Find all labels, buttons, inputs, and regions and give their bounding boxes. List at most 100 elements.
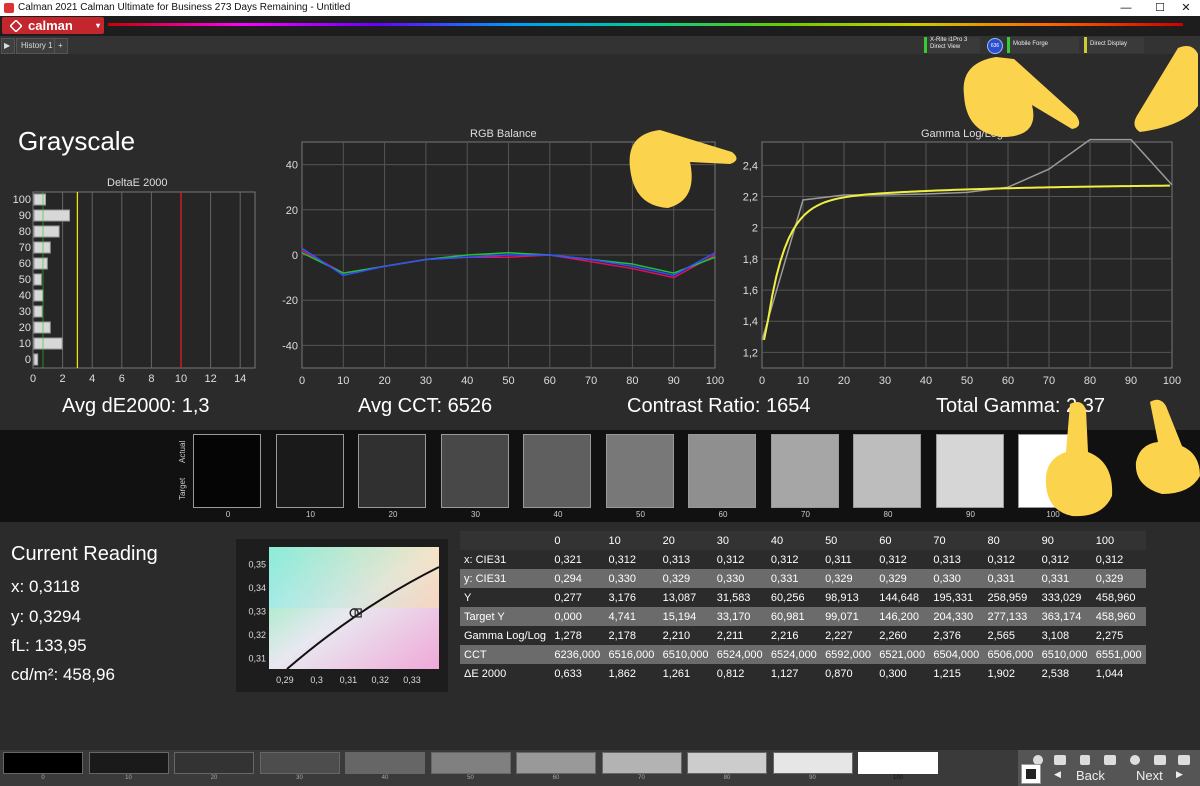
table-cell: 0,329 — [821, 569, 876, 588]
patch-selector-swatch[interactable] — [858, 752, 938, 774]
deltae-bar — [33, 241, 51, 254]
table-row: Gamma Log/Log 1,278 2,178 2,210 2,211 2,216 2,… — [460, 626, 1146, 645]
grayscale-swatch[interactable] — [358, 434, 426, 508]
reading-y: y: 0,3294 — [11, 607, 81, 626]
table-row-label: CCT — [460, 645, 551, 664]
rgb-x-tick: 10 — [337, 375, 349, 387]
patch-selector-label: 20 — [210, 775, 218, 781]
play-icon[interactable]: ▶ — [1, 38, 15, 54]
grayscale-swatch[interactable] — [770, 434, 839, 508]
toolbar-icon-4[interactable] — [1104, 755, 1116, 765]
toolbar-icon-7[interactable] — [1178, 755, 1190, 765]
patch-selector-swatch[interactable] — [772, 752, 853, 774]
gamma-y-tick: 1,2 — [743, 347, 758, 359]
patch-selector-swatch[interactable] — [88, 752, 169, 774]
tab-history-1[interactable]: History 1 — [16, 38, 58, 54]
add-tab-icon[interactable]: + — [54, 38, 68, 54]
deltae-chart: 10090807060504030201000 2 4 6 8 10 12 14 — [13, 191, 256, 385]
rgb-x-tick: 40 — [461, 375, 473, 387]
table-cell: 0,312 — [1095, 553, 1124, 566]
toolbar-icon-2[interactable] — [1054, 755, 1066, 765]
patch-selector-label: 60 — [552, 775, 560, 781]
title-bar: Calman 2021 Calman Ultimate for Business… — [0, 0, 1200, 16]
grayscale-swatch[interactable] — [440, 434, 509, 508]
cie-y-tick: 0,35 — [248, 560, 266, 570]
table-cell: 2,275 — [1095, 629, 1124, 642]
grayscale-swatch[interactable] — [523, 434, 591, 508]
table-cell: 204,330 — [929, 607, 984, 626]
table-cell: 0,329 — [1091, 569, 1146, 588]
patch-selector-swatch[interactable] — [259, 752, 340, 774]
table-column-header: 10 — [604, 531, 659, 550]
actual-row-label: Actual — [178, 440, 187, 463]
page-title: Grayscale — [18, 126, 136, 156]
rgb-x-tick: 70 — [585, 375, 597, 387]
table-row: Target Y 0,000 4,741 15,194 33,170 60,981 99,0… — [460, 607, 1146, 626]
table-row-label: y: CIE31 — [460, 569, 551, 588]
close-button[interactable]: ✕ — [1172, 0, 1200, 16]
app-logo-icon — [4, 3, 14, 13]
table-column-header: 40 — [766, 531, 822, 550]
gamma-y-tick: 1,8 — [743, 254, 758, 266]
meter-name: X-Rite i1Pro 3 — [930, 37, 968, 43]
table-column-header: 90 — [1037, 531, 1092, 550]
swatch-level-label: 0 — [225, 510, 231, 519]
patch-selector-swatch[interactable] — [516, 752, 596, 774]
table-cell: 99,071 — [821, 607, 876, 626]
next-button[interactable]: Next ▶ — [1120, 768, 1198, 784]
table-cell: 1,278 — [554, 629, 582, 642]
gamma-y-tick: 1,4 — [743, 316, 758, 328]
deltae-category-label: 50 — [19, 274, 31, 286]
patch-selector-swatch[interactable] — [174, 752, 254, 774]
pointing-hand-emoji-1 — [629, 130, 737, 208]
pointing-hand-emoji-5 — [1135, 399, 1200, 494]
table-cell: 0,000 — [550, 607, 605, 626]
table-cell: 146,200 — [875, 607, 930, 626]
back-label: Back — [1076, 768, 1105, 783]
grayscale-swatch[interactable] — [853, 434, 921, 508]
swatch-level-label: 20 — [388, 510, 398, 519]
calman-menu-button[interactable]: calman ▾ — [2, 17, 104, 34]
table-cell: 33,170 — [712, 607, 767, 626]
stop-button[interactable] — [1021, 764, 1041, 784]
table-cell: 0,321 — [554, 553, 582, 566]
table-cell: 0,330 — [604, 569, 659, 588]
deltae-bar — [33, 289, 44, 302]
patch-selector-label: 100 — [892, 775, 903, 781]
toolbar-icon-3[interactable] — [1080, 755, 1090, 765]
cie-x-tick: 0,29 — [276, 675, 294, 685]
table-cell: 0,312 — [987, 553, 1016, 566]
table-cell: 2,178 — [608, 629, 637, 642]
pointing-hand-emoji-3 — [1134, 46, 1198, 132]
table-cell: 2,565 — [987, 629, 1016, 642]
maximize-button[interactable]: ☐ — [1146, 0, 1174, 16]
window-title: Calman 2021 Calman Ultimate for Business… — [18, 2, 351, 13]
table-cell: 0,300 — [879, 667, 907, 680]
table-cell: 0,312 — [1041, 553, 1070, 566]
toolbar-icon-5[interactable] — [1130, 755, 1140, 765]
patch-selector-label: 30 — [296, 775, 303, 781]
patch-selector-swatch[interactable] — [345, 752, 425, 774]
minimize-button[interactable]: — — [1112, 0, 1140, 16]
table-cell: 0,313 — [662, 553, 691, 566]
cie-y-tick: 0,33 — [248, 607, 266, 617]
grayscale-swatch[interactable] — [935, 434, 1004, 508]
toolbar-icon-6[interactable] — [1154, 755, 1166, 765]
patch-selector-swatch[interactable] — [687, 752, 767, 774]
grayscale-swatch[interactable] — [688, 434, 756, 508]
rgb-y-tick: -20 — [282, 295, 298, 307]
deltae-category-label: 90 — [19, 210, 31, 222]
back-button[interactable]: ◀ Back — [1048, 768, 1116, 784]
rgb-x-tick: 0 — [299, 375, 305, 387]
rgb-x-tick: 30 — [420, 375, 432, 387]
table-row: Y 0,277 3,176 13,087 31,583 60,256 98,913 144,6… — [460, 588, 1146, 607]
grayscale-swatch[interactable] — [605, 434, 674, 508]
swatch-level-label: 90 — [966, 510, 975, 519]
patch-selector-swatch[interactable] — [3, 752, 83, 774]
grayscale-swatch[interactable] — [193, 434, 261, 508]
next-arrow-icon: ▶ — [1176, 769, 1183, 779]
grayscale-swatch[interactable] — [275, 434, 344, 508]
patch-selector-swatch[interactable] — [430, 752, 511, 774]
gamma-y-tick: 2,4 — [743, 160, 758, 172]
patch-selector-swatch[interactable] — [601, 752, 682, 774]
